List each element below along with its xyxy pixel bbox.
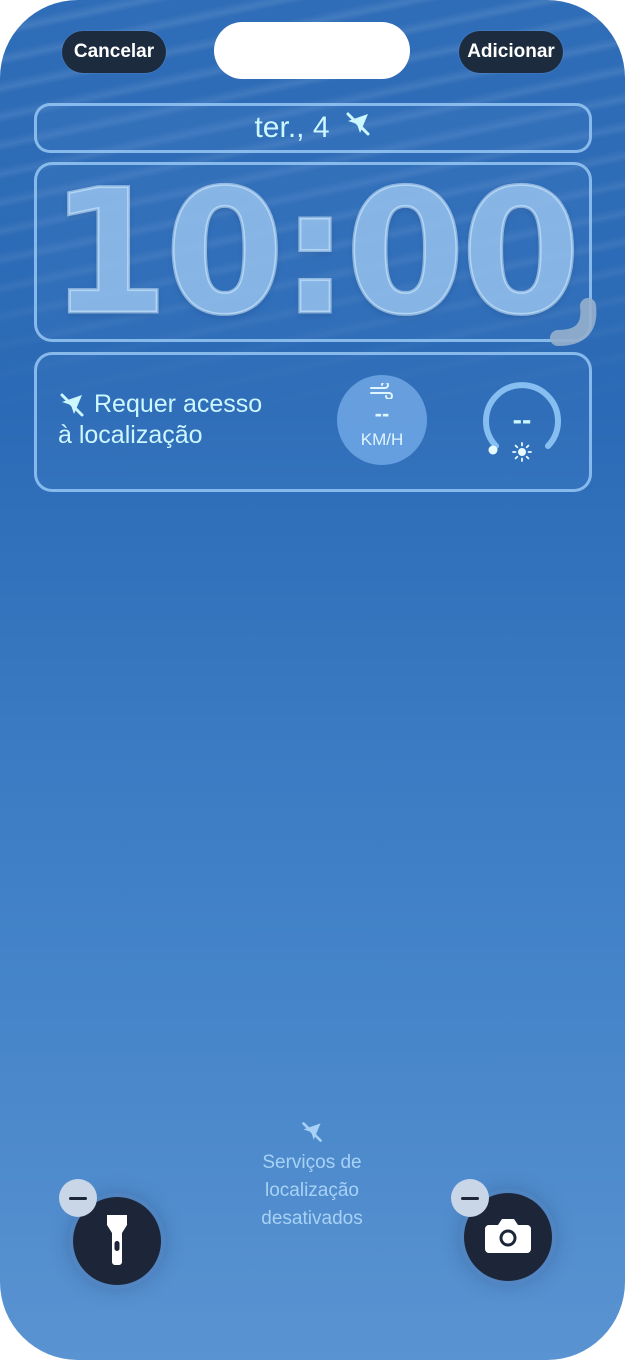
resize-handle[interactable] bbox=[548, 298, 600, 350]
location-services-message: Serviços de localização desativados bbox=[212, 1120, 412, 1233]
uv-value: -- bbox=[512, 404, 532, 435]
wind-value: -- bbox=[374, 401, 390, 426]
lock-screen-editor: Cancelar Adicionar ter., 4 10:00 Requer … bbox=[0, 0, 625, 1360]
wind-widget[interactable]: -- KM/H bbox=[337, 375, 427, 465]
date-widget[interactable]: ter., 4 bbox=[34, 103, 592, 153]
minus-icon bbox=[461, 1196, 479, 1200]
location-off-icon bbox=[212, 1120, 412, 1149]
remove-camera-button[interactable] bbox=[451, 1179, 489, 1217]
clock-time: 10:00 bbox=[48, 150, 583, 354]
cancel-button[interactable]: Cancelar bbox=[62, 31, 166, 73]
location-line-1: Requer acesso bbox=[94, 390, 263, 418]
message-line-1: Serviços de bbox=[262, 1152, 362, 1173]
minus-icon bbox=[69, 1196, 87, 1200]
location-off-icon bbox=[58, 391, 86, 419]
camera-icon bbox=[485, 1217, 531, 1258]
message-line-3: desativados bbox=[261, 1208, 363, 1229]
date-text: ter., 4 bbox=[254, 111, 330, 144]
clock-widget[interactable]: 10:00 bbox=[34, 150, 592, 354]
add-button[interactable]: Adicionar bbox=[459, 31, 563, 73]
location-access-widget[interactable]: Requer acesso à localização bbox=[58, 389, 262, 451]
location-line-2: à localização bbox=[58, 421, 203, 449]
dynamic-island bbox=[214, 22, 410, 79]
sun-icon bbox=[512, 442, 532, 467]
remove-flashlight-button[interactable] bbox=[59, 1179, 97, 1217]
wind-unit: KM/H bbox=[360, 430, 404, 449]
uv-gauge-widget[interactable]: -- bbox=[474, 374, 570, 470]
flashlight-icon bbox=[104, 1213, 130, 1270]
message-line-2: localização bbox=[265, 1180, 359, 1201]
location-off-icon bbox=[344, 110, 372, 146]
